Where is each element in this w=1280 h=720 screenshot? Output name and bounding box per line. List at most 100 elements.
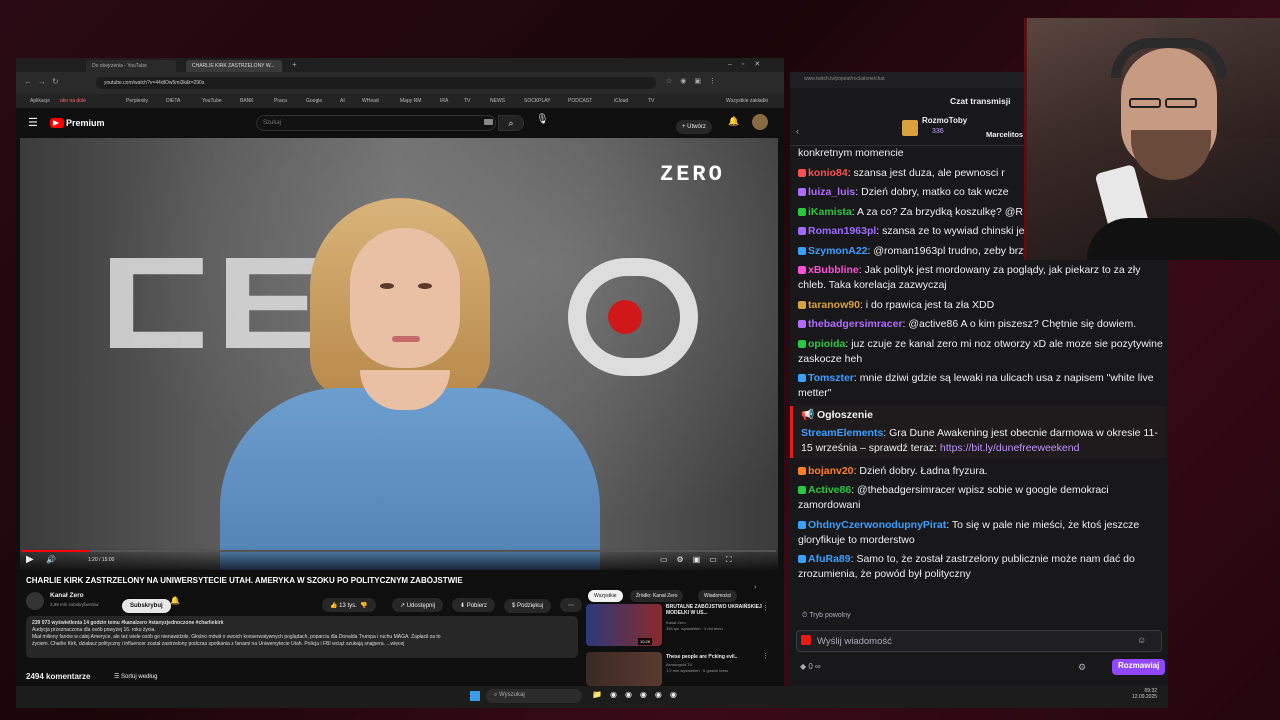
streamer-shirt bbox=[1087, 218, 1280, 260]
recommendation-item[interactable]: 10:28 BRUTALNE ZABÓJSTWO UKRAIŃSKIEJ MOD… bbox=[586, 604, 782, 648]
chat-username[interactable]: Tomszter bbox=[808, 372, 854, 384]
like-button[interactable]: 👍 13 tys. 👎 bbox=[322, 594, 376, 612]
bookmark-item[interactable]: iCloud bbox=[614, 98, 628, 104]
bookmark-item[interactable]: DIETA bbox=[166, 98, 180, 104]
chat-username[interactable]: AfuRa89 bbox=[808, 553, 851, 565]
tab-active-video[interactable]: CHARLIE KIRK ZASTRZELONY W... bbox=[186, 60, 282, 72]
subscribe-button[interactable]: Subskrybuj bbox=[122, 594, 171, 613]
video-player[interactable]: ZERO bbox=[20, 138, 778, 570]
volume-icon[interactable]: 🔊 bbox=[46, 555, 56, 564]
channel-points[interactable]: ◆ 0 ∞ bbox=[800, 662, 821, 671]
extension-icons[interactable]: ☆◉▣⋮ bbox=[666, 77, 724, 85]
bookmark-item[interactable]: TV bbox=[648, 98, 654, 104]
chat-username[interactable]: iKamista bbox=[808, 206, 852, 218]
chat-username[interactable]: konio84 bbox=[808, 167, 848, 179]
chat-username[interactable]: thebadgersimracer bbox=[808, 318, 903, 330]
chat-input[interactable]: Wyślij wiadomość ☺ bbox=[796, 630, 1162, 652]
more-button[interactable]: ⋯ bbox=[560, 594, 582, 612]
chat-username[interactable]: SzymonA22 bbox=[808, 245, 868, 257]
url-field[interactable]: youtube.com/watch?v=44dtOw5mi3k&t=290s bbox=[96, 77, 656, 89]
play-button[interactable]: ▶ bbox=[26, 554, 34, 565]
chat-username[interactable]: opioida bbox=[808, 338, 845, 350]
bookmark-item[interactable]: Wszystkie zakładki bbox=[726, 98, 768, 104]
chat-username[interactable]: bojanv20 bbox=[808, 465, 854, 477]
announcement-link[interactable]: https://bit.ly/dunefreeweekend bbox=[940, 442, 1080, 454]
chat-username[interactable]: Active86 bbox=[808, 484, 851, 496]
nav-buttons[interactable]: ←→↻ bbox=[24, 77, 65, 86]
chat-username[interactable]: OhdnyCzerwonodupnyPirat bbox=[808, 519, 946, 531]
create-button[interactable]: + Utwórz bbox=[676, 115, 712, 134]
more-options-icon[interactable]: ⋮ bbox=[762, 604, 769, 612]
chat-settings-icon[interactable]: ⚙ bbox=[1078, 662, 1086, 673]
chip-all[interactable]: Wszystkie bbox=[588, 584, 623, 602]
bookmark-item[interactable]: PODCAST bbox=[568, 98, 592, 104]
bookmark-item[interactable]: TV bbox=[464, 98, 470, 104]
thanks-label: Podziękuj bbox=[517, 603, 544, 609]
thanks-button[interactable]: $ Podziękuj bbox=[504, 594, 552, 613]
chat-username[interactable]: luiza_luis bbox=[808, 186, 855, 198]
microphone-icon[interactable]: 🎙 bbox=[536, 114, 549, 125]
search-label: Wyszukaj bbox=[499, 692, 525, 698]
bookmark-item[interactable]: Mapy RM bbox=[400, 98, 421, 104]
channel-avatar[interactable] bbox=[26, 592, 44, 610]
bookmark-item[interactable]: Praca bbox=[274, 98, 287, 104]
bookmark-item[interactable]: AI bbox=[340, 98, 345, 104]
bookmark-item[interactable]: Google bbox=[306, 98, 322, 104]
channel-name[interactable]: Kanał Zero bbox=[50, 592, 84, 599]
progress-fill bbox=[22, 550, 90, 552]
download-button[interactable]: ⬇ Pobierz bbox=[452, 594, 496, 612]
progress-track[interactable] bbox=[22, 550, 776, 552]
notifications-icon[interactable]: 🔔 bbox=[728, 116, 739, 127]
bookmark-item[interactable]: WHead bbox=[362, 98, 379, 104]
user-badge-icon bbox=[798, 207, 806, 216]
bell-icon[interactable]: 🔔 bbox=[170, 596, 180, 605]
chat-username[interactable]: xBubbline bbox=[808, 264, 859, 276]
chip-source[interactable]: Źródło: Kanał Zero bbox=[630, 584, 684, 602]
clock-date: 12.09.2025 bbox=[1132, 694, 1158, 700]
pinned-apps[interactable]: 📁◉◉◉◉◉ bbox=[592, 690, 685, 699]
search-input[interactable]: Szukaj bbox=[256, 115, 496, 131]
chat-username[interactable]: StreamElements bbox=[801, 427, 883, 439]
webcam-overlay bbox=[1024, 18, 1280, 260]
new-tab-button[interactable]: + bbox=[292, 60, 297, 69]
time-display: 1:20 / 15:00 bbox=[88, 557, 115, 563]
chat-username[interactable]: taranow90 bbox=[808, 299, 860, 311]
share-button[interactable]: ↗ Udostępnij bbox=[392, 594, 444, 612]
clock[interactable]: 09:32 12.09.2025 bbox=[1132, 688, 1157, 700]
chevron-right-icon[interactable]: › bbox=[754, 584, 756, 591]
bookmark-item[interactable]: SOCKPLAY bbox=[524, 98, 551, 104]
play-triangle-icon bbox=[53, 120, 59, 126]
bookmark-item[interactable]: YouTube bbox=[202, 98, 222, 104]
chat-send-button[interactable]: Rozmawiaj bbox=[1112, 659, 1166, 675]
bookmark-item[interactable]: Perplexity bbox=[126, 98, 148, 104]
sort-label: Sortuj według bbox=[121, 674, 158, 680]
more-options-icon[interactable]: ⋮ bbox=[762, 652, 769, 660]
menu-icon[interactable]: ☰ bbox=[28, 116, 38, 129]
collapse-arrow-icon[interactable]: ‹ bbox=[796, 126, 799, 136]
gift-user[interactable]: RozmoToby bbox=[922, 116, 967, 125]
channel-watermark: ZERO bbox=[660, 162, 725, 187]
search-icon[interactable]: ⌕ bbox=[498, 115, 524, 131]
user-badge-icon bbox=[798, 188, 806, 196]
window-controls[interactable]: –▫✕ bbox=[728, 60, 770, 68]
taskbar-search[interactable]: ⌕ Wyszukaj bbox=[486, 689, 582, 703]
tab-watch-later[interactable]: Do obejrzenia - YouTube bbox=[86, 60, 176, 72]
bookmark-item[interactable]: BANK bbox=[240, 98, 254, 104]
chip-news[interactable]: Wiadomości bbox=[698, 584, 738, 602]
bookmark-item[interactable]: IRA bbox=[440, 98, 448, 104]
sort-button[interactable]: ☰ Sortuj według bbox=[114, 673, 157, 680]
bookmark-item[interactable]: oko na dole bbox=[60, 98, 86, 104]
chat-username[interactable]: Roman1963pl bbox=[808, 225, 876, 237]
bookmark-item[interactable]: NEWS bbox=[490, 98, 505, 104]
description-box[interactable]: 239 073 wyświetlenia 14 godzin temu #kan… bbox=[26, 616, 578, 658]
bookmark-item[interactable]: Aplikacje bbox=[30, 98, 50, 104]
streamer-beard bbox=[1131, 130, 1211, 180]
avatar[interactable] bbox=[752, 114, 768, 130]
gift-user[interactable]: Marcelitos bbox=[986, 130, 1023, 139]
player-right-controls[interactable]: ▭⚙▣▭⛶ bbox=[660, 555, 740, 565]
start-icon[interactable] bbox=[470, 691, 480, 701]
emote-picker-icon[interactable]: ☺ bbox=[1137, 635, 1146, 645]
keyboard-icon[interactable] bbox=[484, 119, 493, 125]
share-label: Udostępnij bbox=[406, 603, 436, 609]
recommendation-item[interactable]: These people are f*cking evil.. Asmongol… bbox=[586, 652, 782, 686]
